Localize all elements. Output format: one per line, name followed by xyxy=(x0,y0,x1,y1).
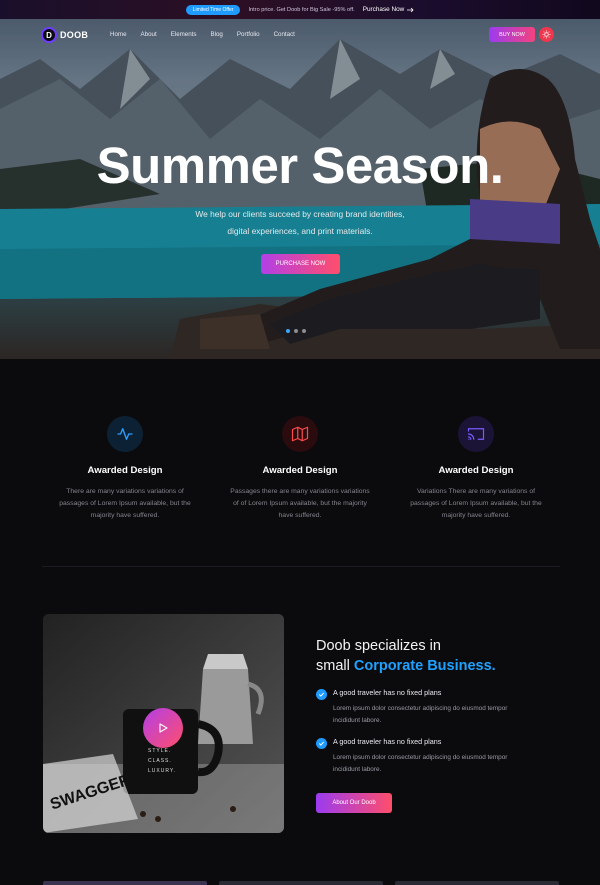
about-title-line2: small Corporate Business. xyxy=(316,656,496,676)
promo-bar: Limited Time Offer Intro price. Get Doob… xyxy=(0,0,600,19)
feature-icon-wrap xyxy=(458,416,494,452)
purchase-now-link[interactable]: Purchase Now xyxy=(363,6,415,13)
slider-dots xyxy=(286,329,306,333)
preview-card xyxy=(395,881,559,885)
mug-text-line3: LUXURY. xyxy=(148,768,176,774)
feature-icon-wrap xyxy=(282,416,318,452)
feature-card: Awarded Design Variations There are many… xyxy=(391,410,561,522)
nav-elements[interactable]: Elements xyxy=(171,31,197,38)
promo-text: Intro price. Get Doob for Big Sale -95% … xyxy=(248,6,355,13)
about-title: Doob specializes in small Corporate Busi… xyxy=(316,636,496,676)
about-our-doob-button[interactable]: About Our Doob xyxy=(316,793,392,813)
purchase-now-button[interactable]: PURCHASE NOW xyxy=(261,254,340,274)
feature-list-text: Lorem ipsum dolor consectetur adipiscing… xyxy=(333,705,508,724)
feature-text: Variations There are many variations of … xyxy=(410,488,542,519)
logo[interactable]: D DOOB xyxy=(41,27,88,43)
hero-title: Summer Season. xyxy=(96,137,504,194)
feature-title: Awarded Design xyxy=(438,465,514,476)
map-icon xyxy=(291,426,309,442)
feature-text: There are many variations variations of … xyxy=(59,488,191,519)
next-section-preview xyxy=(43,881,563,885)
mug-text: STYLE. CLASS. LUXURY. xyxy=(148,746,176,776)
hero-section: Summer Season. We help our clients succe… xyxy=(0,19,600,359)
check-icon xyxy=(316,689,327,700)
hero-subtitle-line1: We help our clients succeed by creating … xyxy=(195,209,405,219)
buy-now-button[interactable]: BUY NOW xyxy=(489,27,535,42)
feature-card: Awarded Design Passages there are many v… xyxy=(215,410,385,522)
preview-card xyxy=(43,881,207,885)
arrow-right-icon xyxy=(407,7,414,12)
features-section: Awarded Design There are many variations… xyxy=(40,410,560,530)
nav-portfolio[interactable]: Portfolio xyxy=(237,31,260,38)
mug-text-line2: CLASS. xyxy=(148,758,172,764)
main-nav: D DOOB Home About Elements Blog Portfoli… xyxy=(0,19,600,51)
hero-subtitle-line2: digital experiences, and print materials… xyxy=(227,226,373,236)
feature-title: Awarded Design xyxy=(262,465,338,476)
nav-contact[interactable]: Contact xyxy=(274,31,295,38)
play-video-button[interactable] xyxy=(143,708,183,748)
hero-subtitle: We help our clients succeed by creating … xyxy=(150,206,450,240)
section-divider xyxy=(42,566,560,567)
logo-text: DOOB xyxy=(60,30,89,40)
slider-dot-1[interactable] xyxy=(286,329,290,333)
play-icon xyxy=(159,723,168,733)
slider-dot-2[interactable] xyxy=(294,329,298,333)
slider-dot-3[interactable] xyxy=(302,329,306,333)
nav-home[interactable]: Home xyxy=(110,31,127,38)
cast-icon xyxy=(467,428,485,440)
about-title-prefix: small xyxy=(316,658,354,674)
preview-card xyxy=(219,881,383,885)
about-title-line1: Doob specializes in xyxy=(316,638,441,654)
feature-icon-wrap xyxy=(107,416,143,452)
check-icon xyxy=(316,738,327,749)
logo-mark: D xyxy=(41,27,57,43)
promo-badge[interactable]: Limited Time Offer xyxy=(185,4,241,15)
nav-links: Home About Elements Blog Portfolio Conta… xyxy=(110,31,309,38)
theme-toggle-button[interactable] xyxy=(539,27,554,42)
feature-card: Awarded Design There are many variations… xyxy=(40,410,210,522)
about-title-accent: Corporate Business. xyxy=(353,658,496,674)
nav-about[interactable]: About xyxy=(141,31,157,38)
feature-list-title: A good traveler has no fixed plans xyxy=(333,737,442,746)
purchase-now-label: Purchase Now xyxy=(362,6,405,13)
sun-icon xyxy=(542,30,551,39)
feature-text: Passages there are many variations varia… xyxy=(230,488,370,519)
feature-list-title: A good traveler has no fixed plans xyxy=(333,688,442,697)
activity-icon xyxy=(117,428,133,440)
feature-title: Awarded Design xyxy=(87,465,163,476)
nav-blog[interactable]: Blog xyxy=(210,31,222,38)
feature-list-text: Lorem ipsum dolor consectetur adipiscing… xyxy=(333,754,508,773)
